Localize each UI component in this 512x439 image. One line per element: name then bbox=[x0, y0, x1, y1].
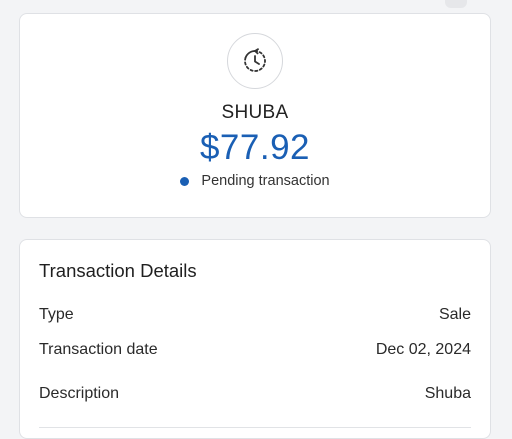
detail-value: Dec 02, 2024 bbox=[375, 341, 471, 358]
transaction-amount: $77.92 bbox=[199, 128, 311, 167]
detail-label: Description bbox=[39, 385, 120, 402]
detail-label: Transaction date bbox=[39, 341, 158, 358]
status-dot bbox=[180, 176, 190, 186]
scroll-handle[interactable] bbox=[445, 0, 467, 8]
status-indicator: Pending transaction bbox=[20, 173, 490, 189]
transaction-summary-card: SHUBA $77.92 Pending transaction bbox=[19, 13, 491, 218]
detail-row-description: Description Shuba bbox=[39, 385, 471, 403]
detail-row-date: Transaction date Dec 02, 2024 bbox=[39, 341, 471, 359]
detail-value: Sale bbox=[438, 306, 471, 323]
status-label: Pending transaction bbox=[201, 173, 330, 189]
details-heading: Transaction Details bbox=[39, 260, 197, 281]
pending-clock-icon bbox=[227, 33, 283, 89]
transaction-details-card: Transaction Details Type Sale Transactio… bbox=[19, 239, 491, 439]
detail-value: Shuba bbox=[424, 385, 471, 402]
detail-label: Type bbox=[39, 306, 74, 323]
merchant-name: SHUBA bbox=[221, 102, 289, 123]
detail-row-type: Type Sale bbox=[39, 306, 471, 324]
